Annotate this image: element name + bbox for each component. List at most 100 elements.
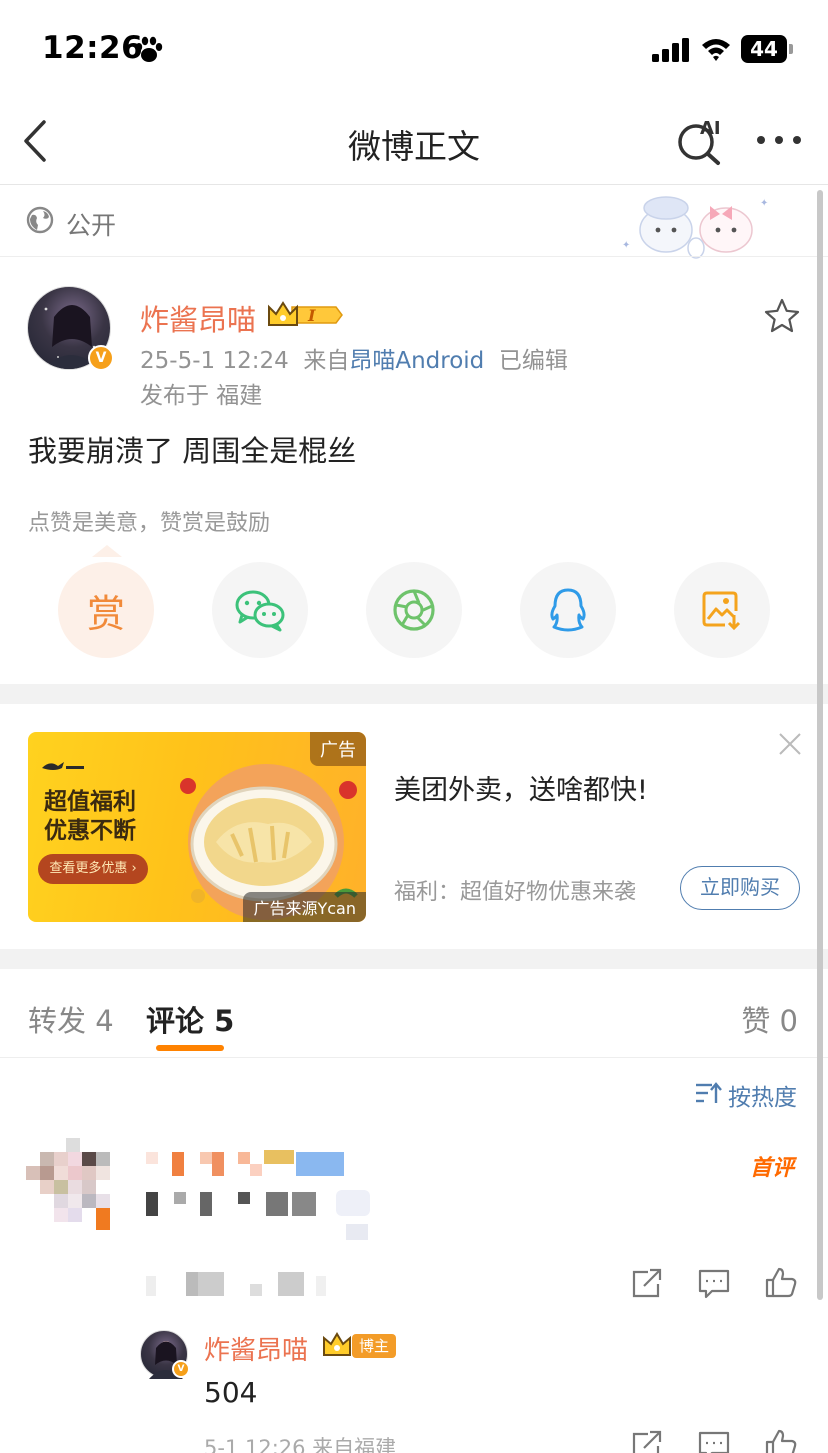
- globe-icon: [26, 206, 54, 234]
- reward-pointer: [92, 545, 122, 557]
- save-image-icon: [702, 591, 741, 631]
- tab-repost-label: 转发: [28, 1004, 87, 1038]
- comment-icon[interactable]: [697, 1268, 731, 1300]
- op-badge: 博主: [352, 1334, 396, 1358]
- mosaic-block: [264, 1150, 294, 1164]
- mosaic-block: [54, 1208, 68, 1222]
- mosaic-block: [68, 1194, 82, 1208]
- mosaic-block: [146, 1152, 158, 1164]
- mosaic-block: [198, 1272, 224, 1296]
- mosaic-block: [54, 1152, 68, 1166]
- sticker-decoration: ✦ ✦: [622, 196, 768, 259]
- comment-text-mosaic: [146, 1190, 396, 1250]
- section-gap: [0, 949, 828, 969]
- mosaic-block: [68, 1180, 82, 1194]
- mosaic-block: [96, 1194, 110, 1208]
- mosaic-block: [212, 1152, 224, 1176]
- active-tab-indicator: [156, 1045, 224, 1051]
- reply-author-name[interactable]: 炸酱昂喵: [204, 1330, 308, 1367]
- svg-text:✦: ✦: [622, 240, 630, 251]
- reply-text: 504: [204, 1376, 258, 1409]
- author-name[interactable]: 炸酱昂喵: [140, 297, 256, 339]
- tab-likes-label: 赞: [741, 1004, 771, 1038]
- ad-brand-logo: [42, 762, 84, 770]
- post-source[interactable]: 昂喵Android: [349, 348, 484, 374]
- mosaic-block: [40, 1166, 54, 1180]
- scrollbar[interactable]: [817, 190, 823, 1300]
- post-edited[interactable]: 已编辑: [499, 348, 568, 374]
- mosaic-block: [146, 1276, 156, 1296]
- mosaic-block: [40, 1180, 54, 1194]
- share-qq-button[interactable]: [520, 562, 616, 658]
- mosaic-block: [96, 1152, 110, 1166]
- share-icon[interactable]: [630, 1430, 664, 1453]
- mosaic-block: [278, 1272, 304, 1296]
- tab-likes-count: 0: [779, 1004, 798, 1038]
- post-text: 我要崩溃了 周围全是棍丝: [28, 434, 357, 468]
- mosaic-block: [238, 1152, 250, 1164]
- post-location: 发布于 福建: [140, 383, 263, 409]
- ai-search-icon[interactable]: AI: [674, 114, 730, 166]
- ad-title[interactable]: 美团外卖，送啥都快!: [394, 768, 648, 807]
- comment-icon[interactable]: [697, 1430, 731, 1453]
- wifi-icon: [702, 39, 730, 61]
- like-icon[interactable]: [764, 1428, 798, 1453]
- mosaic-block: [336, 1190, 370, 1216]
- section-gap: [0, 684, 828, 704]
- share-wechat-button[interactable]: [212, 562, 308, 658]
- ad-source: 广告来源Ycan: [243, 892, 366, 922]
- tab-likes[interactable]: 赞 0: [741, 998, 798, 1040]
- mosaic-block: [54, 1180, 68, 1194]
- ad-headline: 超值福利 优惠不断: [44, 789, 136, 844]
- ai-label: AI: [700, 118, 721, 139]
- qq-icon: [550, 588, 586, 632]
- member-crown-badge[interactable]: I: [266, 299, 344, 331]
- mosaic-block: [96, 1208, 110, 1230]
- battery-tip: [789, 44, 793, 54]
- signal-icon: [652, 38, 689, 62]
- comment-avatar-mosaic[interactable]: [26, 1138, 110, 1232]
- visibility-divider: [0, 256, 828, 257]
- nav-divider: [0, 184, 828, 185]
- ad-tag: 广告: [310, 732, 366, 766]
- tab-repost[interactable]: 转发 4: [28, 998, 114, 1040]
- paw-icon: [135, 36, 163, 62]
- mosaic-block: [68, 1166, 82, 1180]
- tab-comments-count: 5: [214, 1004, 235, 1038]
- sort-icon[interactable]: [694, 1081, 722, 1105]
- sort-label[interactable]: 按热度: [728, 1078, 797, 1112]
- favorite-star-icon[interactable]: [762, 296, 802, 336]
- mosaic-block: [40, 1152, 54, 1166]
- tabs-divider: [0, 1057, 828, 1058]
- mosaic-block: [250, 1284, 262, 1296]
- mosaic-block: [200, 1152, 212, 1164]
- mosaic-block: [66, 1138, 80, 1152]
- ad-buy-button[interactable]: 立即购买: [680, 866, 800, 910]
- back-icon[interactable]: [20, 118, 54, 164]
- mosaic-block: [54, 1166, 68, 1180]
- visibility-label: 公开: [66, 211, 117, 240]
- share-moments-button[interactable]: [366, 562, 462, 658]
- mosaic-block: [200, 1192, 212, 1216]
- ad-description: 福利：超值好物优惠来袭: [394, 880, 637, 905]
- close-icon[interactable]: [776, 730, 804, 758]
- verified-badge: V: [88, 345, 114, 371]
- more-icon[interactable]: [756, 130, 802, 150]
- share-icon[interactable]: [630, 1268, 664, 1300]
- like-icon[interactable]: [764, 1266, 798, 1298]
- ad-image[interactable]: 超值福利 优惠不断 查看更多优惠 › 广告 广告来源Ycan: [28, 732, 366, 922]
- tab-repost-count: 4: [95, 1004, 114, 1038]
- mosaic-block: [292, 1192, 316, 1216]
- comment-username-mosaic[interactable]: [146, 1150, 346, 1176]
- mosaic-block: [96, 1166, 110, 1180]
- battery-level: 44: [741, 35, 787, 63]
- member-level: I: [307, 306, 316, 325]
- reward-button[interactable]: 赏: [58, 562, 154, 658]
- mosaic-block: [266, 1192, 288, 1216]
- mosaic-block: [54, 1194, 68, 1208]
- mosaic-block: [316, 1276, 326, 1296]
- mosaic-block: [174, 1192, 186, 1204]
- tab-comments[interactable]: 评论 5: [146, 998, 234, 1040]
- mosaic-block: [172, 1152, 184, 1176]
- save-image-button[interactable]: [674, 562, 770, 658]
